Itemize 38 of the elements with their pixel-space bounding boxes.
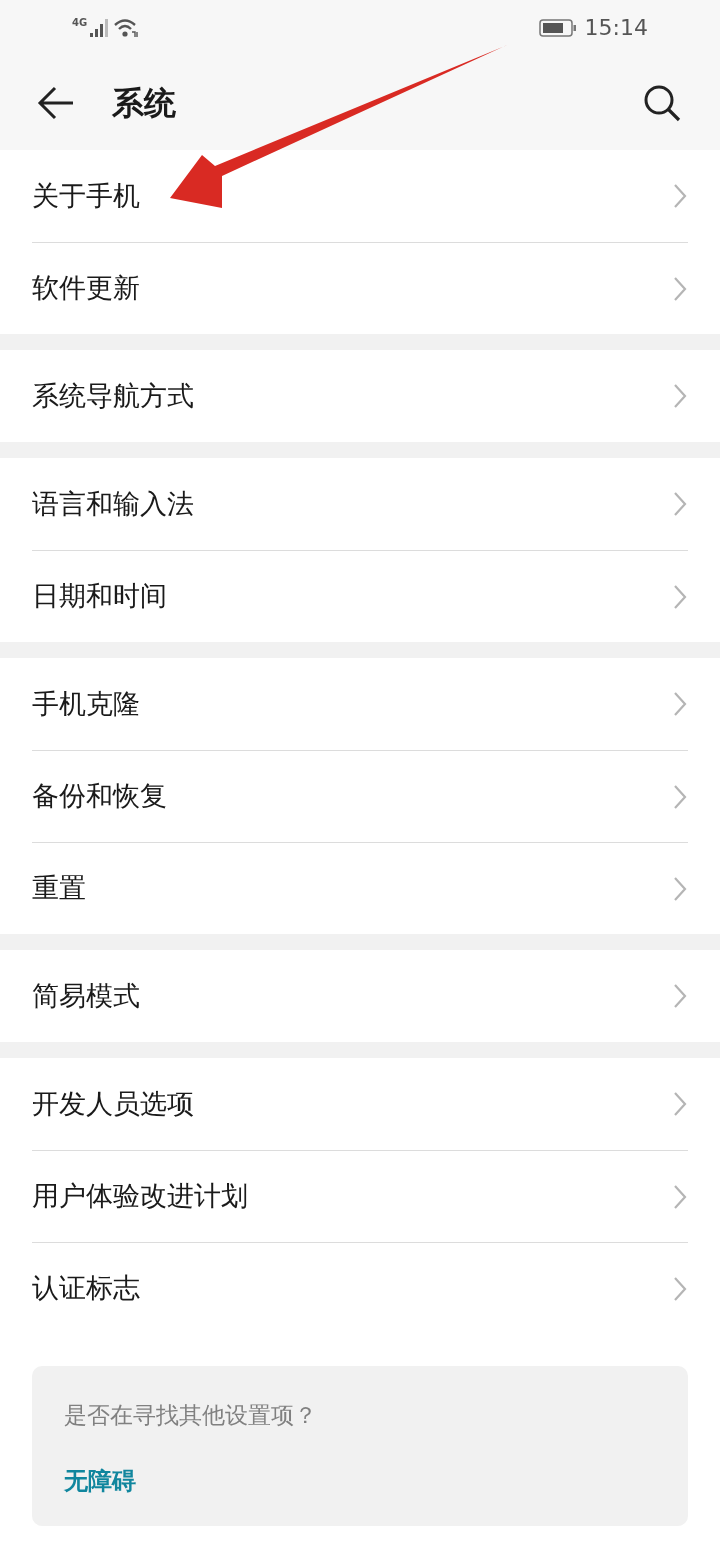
clock-time: 15:14 bbox=[584, 14, 648, 42]
chevron-right-icon bbox=[672, 182, 688, 210]
wifi-icon bbox=[113, 16, 140, 39]
settings-row[interactable]: 认证标志 bbox=[32, 1242, 688, 1334]
row-label: 日期和时间 bbox=[32, 579, 167, 614]
settings-row[interactable]: 手机克隆 bbox=[32, 658, 688, 750]
settings-row[interactable]: 日期和时间 bbox=[32, 550, 688, 642]
settings-row[interactable]: 用户体验改进计划 bbox=[32, 1150, 688, 1242]
chevron-right-icon bbox=[672, 490, 688, 518]
settings-row[interactable]: 语言和输入法 bbox=[32, 458, 688, 550]
row-label: 认证标志 bbox=[32, 1271, 140, 1306]
row-label: 软件更新 bbox=[32, 271, 140, 306]
settings-row[interactable]: 系统导航方式 bbox=[32, 350, 688, 442]
settings-row[interactable]: 软件更新 bbox=[32, 242, 688, 334]
battery-icon bbox=[538, 17, 577, 38]
settings-row[interactable]: 关于手机 bbox=[32, 150, 688, 242]
settings-row[interactable]: 简易模式 bbox=[32, 950, 688, 1042]
row-label: 关于手机 bbox=[32, 178, 140, 213]
chevron-right-icon bbox=[672, 690, 688, 718]
chevron-right-icon bbox=[672, 1090, 688, 1118]
row-label: 开发人员选项 bbox=[32, 1086, 194, 1121]
row-label: 重置 bbox=[32, 871, 86, 906]
row-label: 备份和恢复 bbox=[32, 779, 167, 814]
signal-icon bbox=[89, 17, 110, 38]
row-label: 用户体验改进计划 bbox=[32, 1179, 248, 1214]
network-type: 4G bbox=[72, 16, 88, 30]
page-title: 系统 bbox=[112, 82, 176, 124]
row-label: 系统导航方式 bbox=[32, 378, 194, 413]
settings-row[interactable]: 重置 bbox=[32, 842, 688, 934]
row-label: 语言和输入法 bbox=[32, 486, 194, 521]
row-label: 简易模式 bbox=[32, 978, 140, 1013]
row-label: 手机克隆 bbox=[32, 686, 140, 721]
accessibility-link[interactable]: 无障碍 bbox=[64, 1462, 136, 1499]
settings-row[interactable]: 备份和恢复 bbox=[32, 750, 688, 842]
suggestion-question: 是否在寻找其他设置项？ bbox=[64, 1401, 317, 1430]
chevron-right-icon bbox=[672, 982, 688, 1010]
chevron-right-icon bbox=[672, 382, 688, 410]
settings-row[interactable]: 开发人员选项 bbox=[32, 1058, 688, 1150]
